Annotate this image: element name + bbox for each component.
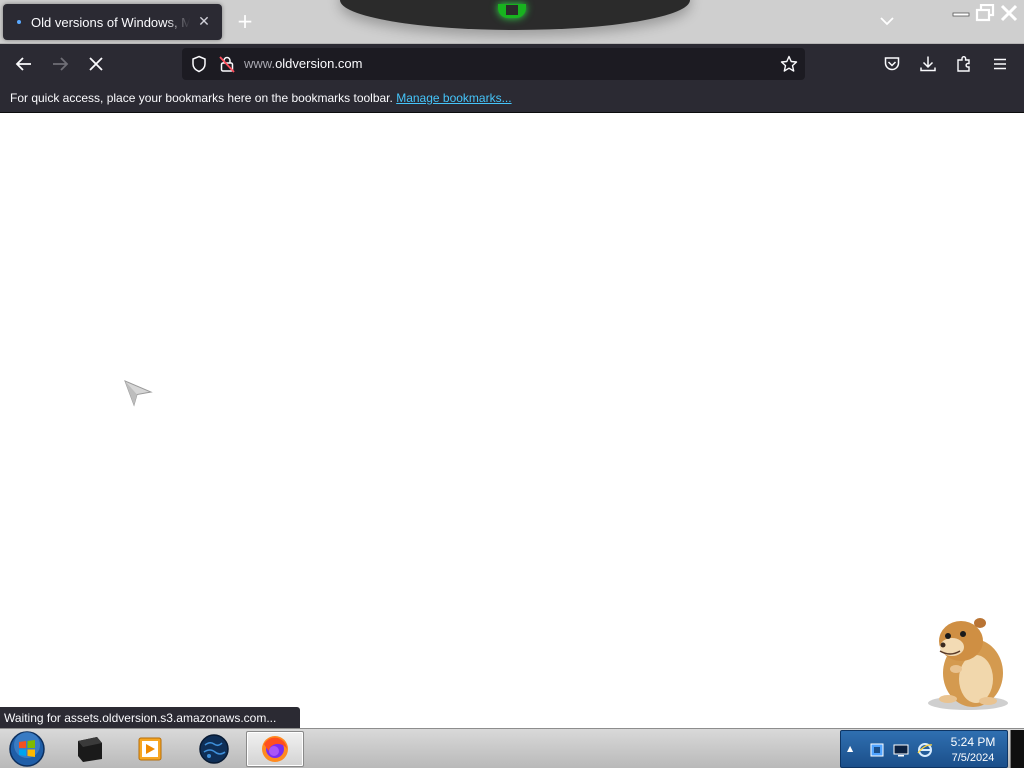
pocket-icon[interactable]	[883, 55, 901, 73]
plus-icon: +	[236, 9, 254, 33]
wallpaper-light-gap	[506, 5, 518, 15]
close-window-button[interactable]	[998, 4, 1020, 22]
arrow-left-icon	[15, 57, 31, 71]
x-icon	[89, 57, 103, 71]
forward-button[interactable]	[48, 52, 72, 76]
show-desktop-button[interactable]	[1010, 730, 1024, 768]
tab-active[interactable]: Old versions of Windows, Mac ✕	[3, 4, 222, 40]
mouse-cursor-icon	[124, 380, 153, 407]
internet-explorer-icon[interactable]	[917, 742, 933, 758]
new-tab-button[interactable]: +	[234, 10, 256, 32]
minimize-icon	[952, 12, 970, 17]
restore-button[interactable]	[974, 3, 996, 22]
hamster-mascot-icon	[928, 618, 1008, 710]
download-icon[interactable]	[919, 55, 937, 73]
system-tray: ▲ 5:24 PM 7/5/2024	[840, 730, 1008, 768]
media-player-icon	[138, 737, 162, 761]
start-button[interactable]	[4, 730, 50, 768]
url-text[interactable]: www.oldversion.com	[244, 48, 363, 80]
navigation-toolbar: www.oldversion.com	[0, 44, 1024, 84]
taskbar-globe-button[interactable]	[186, 731, 242, 767]
taskbar-terminal-button[interactable]	[62, 731, 118, 767]
bookmarks-toolbar: For quick access, place your bookmarks h…	[0, 84, 1024, 113]
page-content[interactable]	[0, 113, 1024, 728]
taskbar-media-player-button[interactable]	[122, 731, 178, 767]
taskbar-firefox-button[interactable]	[246, 731, 304, 767]
close-icon	[1000, 4, 1018, 22]
monitor-icon[interactable]	[893, 742, 909, 758]
arrow-right-icon	[53, 57, 69, 71]
close-icon[interactable]: ✕	[196, 14, 212, 30]
manage-bookmarks-link[interactable]: Manage bookmarks...	[396, 91, 511, 105]
clock-time[interactable]: 5:24 PM	[943, 735, 1003, 749]
shield-icon[interactable]	[190, 55, 208, 73]
url-bar[interactable]: www.oldversion.com	[182, 48, 805, 80]
tray-expand-icon[interactable]: ▲	[847, 744, 853, 753]
bookmarks-toolbar-message: For quick access, place your bookmarks h…	[10, 91, 393, 105]
stop-loading-button[interactable]	[84, 52, 108, 76]
extensions-icon[interactable]	[955, 55, 973, 73]
hamburger-menu-icon[interactable]	[991, 55, 1009, 73]
terminal-icon	[78, 737, 102, 762]
network-icon[interactable]	[869, 742, 885, 758]
tab-title: Old versions of Windows, Mac	[31, 14, 190, 30]
restore-icon	[975, 3, 995, 22]
chevron-down-icon	[880, 17, 894, 26]
browser-tab-bar: Old versions of Windows, Mac ✕ +	[0, 0, 1024, 44]
minimize-button[interactable]	[950, 4, 972, 22]
star-icon[interactable]	[780, 55, 798, 73]
tab-loading-icon	[17, 20, 21, 24]
url-domain: oldversion.com	[275, 56, 363, 71]
tab-list-button[interactable]	[876, 12, 898, 30]
status-panel: Waiting for assets.oldversion.s3.amazona…	[0, 707, 301, 729]
lock-warning-icon[interactable]	[218, 55, 236, 73]
taskbar: ▲ 5:24 PM 7/5/2024	[0, 728, 1024, 768]
globe-icon	[199, 734, 229, 764]
back-button[interactable]	[12, 52, 36, 76]
clock-date[interactable]: 7/5/2024	[943, 752, 1003, 764]
url-prefix: www.	[244, 56, 276, 71]
start-orb-icon	[9, 731, 45, 767]
firefox-icon	[262, 736, 288, 762]
